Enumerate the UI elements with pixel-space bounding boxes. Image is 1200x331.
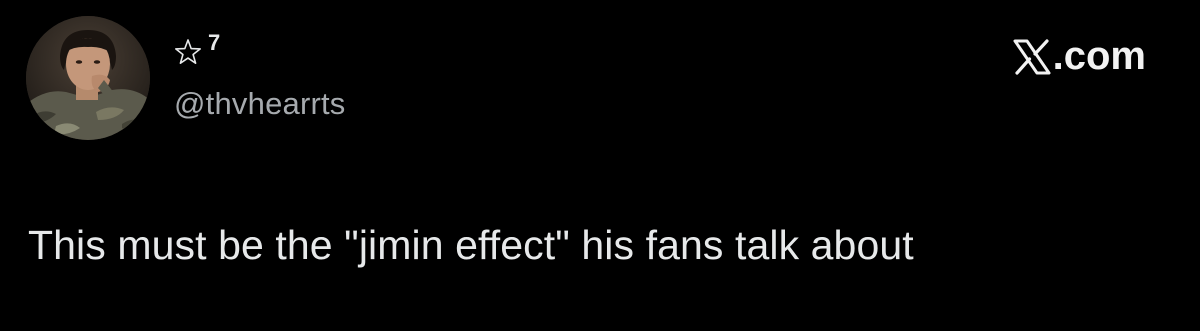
x-logo-icon: [1013, 38, 1051, 75]
display-name[interactable]: 7: [208, 30, 220, 56]
display-name-row: 7: [172, 30, 220, 74]
brand-watermark: .com: [1012, 34, 1146, 79]
brand-label: .com: [1052, 34, 1146, 78]
avatar[interactable]: [26, 16, 150, 140]
post-card: 7 @thvhearrts .com This must be the "jim…: [0, 0, 1200, 331]
post-text: This must be the "jimin effect" his fans…: [28, 222, 914, 268]
profile-photo: [26, 16, 150, 140]
user-handle[interactable]: @thvhearrts: [174, 86, 346, 122]
star-outline-icon: [175, 39, 201, 64]
